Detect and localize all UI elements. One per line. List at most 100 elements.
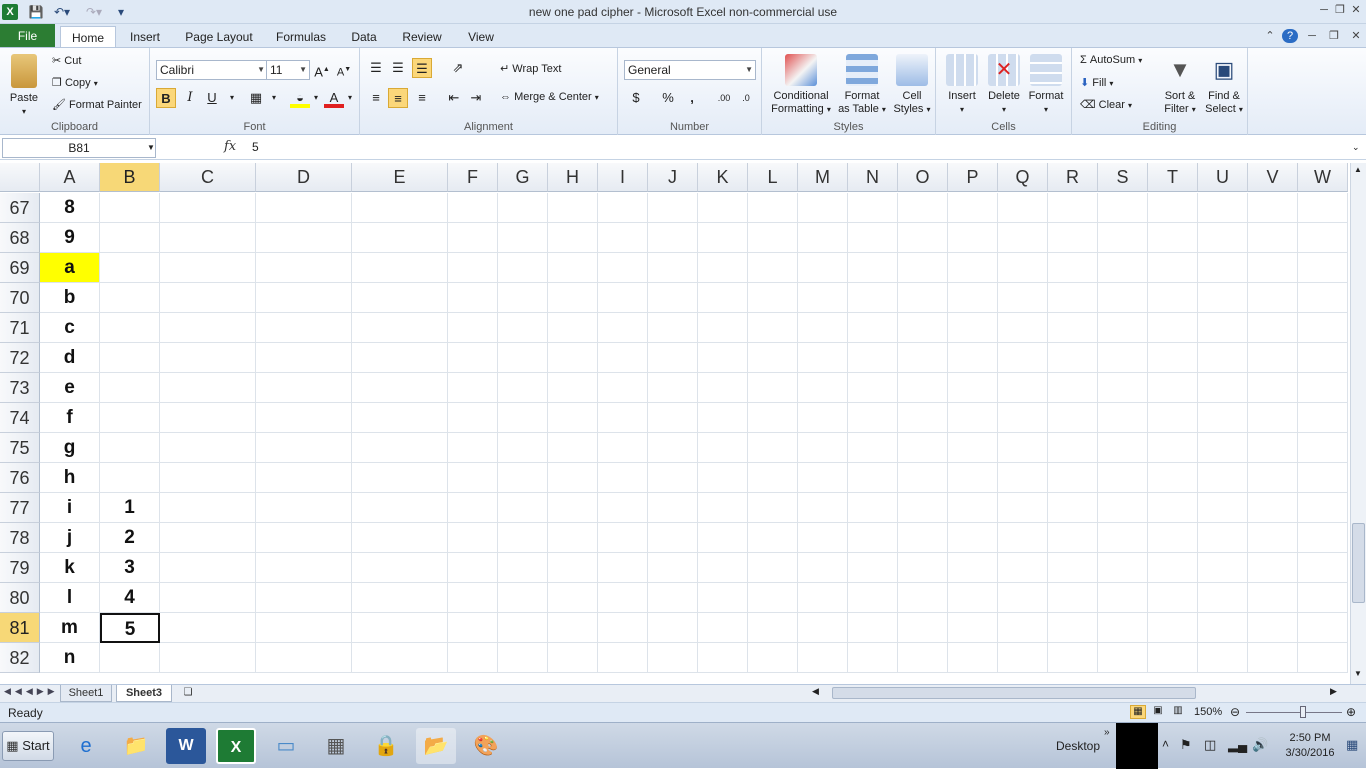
underline-button[interactable]: U: [202, 88, 222, 108]
cell[interactable]: [648, 433, 698, 463]
cell-a70[interactable]: b: [40, 283, 100, 313]
cell[interactable]: [1148, 403, 1198, 433]
cell[interactable]: [1098, 493, 1148, 523]
scroll-up-icon[interactable]: ▲: [1354, 165, 1362, 174]
cell[interactable]: [1098, 613, 1148, 643]
cell[interactable]: [256, 523, 352, 553]
cell-a75[interactable]: g: [40, 433, 100, 463]
cell[interactable]: [352, 613, 448, 643]
cell[interactable]: [998, 223, 1048, 253]
tab-review[interactable]: Review: [396, 26, 448, 48]
cell[interactable]: [1248, 583, 1298, 613]
cell[interactable]: [948, 613, 998, 643]
cell[interactable]: [1298, 343, 1348, 373]
cell[interactable]: [798, 553, 848, 583]
column-header-s[interactable]: S: [1098, 163, 1148, 192]
cell[interactable]: [648, 643, 698, 673]
lock-icon[interactable]: 🔒: [366, 728, 406, 764]
cell[interactable]: [1148, 493, 1198, 523]
cell[interactable]: [352, 283, 448, 313]
cell[interactable]: [256, 193, 352, 223]
cell[interactable]: [1098, 223, 1148, 253]
cell[interactable]: [548, 613, 598, 643]
number-format-combo[interactable]: General ▼: [624, 60, 756, 80]
cell[interactable]: [448, 463, 498, 493]
cell[interactable]: [1098, 433, 1148, 463]
cell[interactable]: [948, 523, 998, 553]
align-center-icon[interactable]: ≡: [388, 88, 408, 108]
cell[interactable]: [1148, 223, 1198, 253]
zoom-slider[interactable]: [1246, 712, 1342, 713]
align-middle-icon[interactable]: ☰: [388, 58, 408, 78]
cell[interactable]: [352, 583, 448, 613]
cell[interactable]: [748, 283, 798, 313]
cell[interactable]: [898, 223, 948, 253]
insert-sheet-icon[interactable]: ❏: [176, 685, 200, 702]
cell[interactable]: [1248, 553, 1298, 583]
help-icon[interactable]: ?: [1282, 29, 1298, 43]
cell[interactable]: [848, 643, 898, 673]
doc-close-icon[interactable]: ✕: [1348, 29, 1364, 43]
cell[interactable]: [948, 643, 998, 673]
column-header-p[interactable]: P: [948, 163, 998, 192]
cell[interactable]: [256, 553, 352, 583]
cell[interactable]: [998, 283, 1048, 313]
tab-page-layout[interactable]: Page Layout: [180, 26, 258, 48]
vertical-scrollbar[interactable]: ▲ ▼: [1350, 163, 1366, 684]
cell[interactable]: [1098, 523, 1148, 553]
bold-button[interactable]: B: [156, 88, 176, 108]
hscroll-right-icon[interactable]: ▶: [1330, 686, 1337, 697]
cell[interactable]: [998, 643, 1048, 673]
row-header[interactable]: 75: [0, 433, 40, 463]
cell[interactable]: [160, 583, 256, 613]
cell[interactable]: [648, 193, 698, 223]
cell[interactable]: [998, 613, 1048, 643]
cell-b68[interactable]: [100, 223, 160, 253]
column-header-b[interactable]: B: [100, 163, 160, 192]
cell-b74[interactable]: [100, 403, 160, 433]
cell[interactable]: [448, 343, 498, 373]
cell[interactable]: [698, 283, 748, 313]
cell[interactable]: [498, 373, 548, 403]
cell[interactable]: [948, 583, 998, 613]
column-header-d[interactable]: D: [256, 163, 352, 192]
calculator-icon[interactable]: ▦: [316, 728, 356, 764]
cell[interactable]: [1048, 493, 1098, 523]
cell[interactable]: [948, 313, 998, 343]
row-header[interactable]: 68: [0, 223, 40, 253]
cell[interactable]: [1148, 463, 1198, 493]
cell[interactable]: [160, 433, 256, 463]
cell[interactable]: [998, 343, 1048, 373]
cell[interactable]: [898, 253, 948, 283]
row-header[interactable]: 82: [0, 643, 40, 673]
cell[interactable]: [1248, 253, 1298, 283]
cell[interactable]: [548, 193, 598, 223]
cell[interactable]: [998, 463, 1048, 493]
cell[interactable]: [798, 223, 848, 253]
cell[interactable]: [548, 343, 598, 373]
cell-a82[interactable]: n: [40, 643, 100, 673]
cell[interactable]: [948, 433, 998, 463]
cell[interactable]: [1248, 493, 1298, 523]
cell[interactable]: [698, 433, 748, 463]
cell[interactable]: [498, 313, 548, 343]
column-header-u[interactable]: U: [1198, 163, 1248, 192]
cell[interactable]: [1198, 553, 1248, 583]
cell[interactable]: [998, 583, 1048, 613]
zoom-out-icon[interactable]: ⊖: [1230, 705, 1240, 719]
column-header-e[interactable]: E: [352, 163, 448, 192]
cell[interactable]: [160, 553, 256, 583]
cell[interactable]: [498, 643, 548, 673]
shrink-font-icon[interactable]: A▼: [334, 60, 354, 80]
cell-a67[interactable]: 8: [40, 193, 100, 223]
cell[interactable]: [948, 193, 998, 223]
file-explorer-icon[interactable]: 📁: [116, 728, 156, 764]
column-header-q[interactable]: Q: [998, 163, 1048, 192]
cell[interactable]: [1148, 253, 1198, 283]
cell[interactable]: [648, 583, 698, 613]
cell[interactable]: [998, 253, 1048, 283]
cell[interactable]: [748, 313, 798, 343]
cell[interactable]: [1298, 553, 1348, 583]
tab-data[interactable]: Data: [344, 26, 384, 48]
sheet-nav-icons[interactable]: ◀◀◀▶▶: [4, 686, 59, 697]
